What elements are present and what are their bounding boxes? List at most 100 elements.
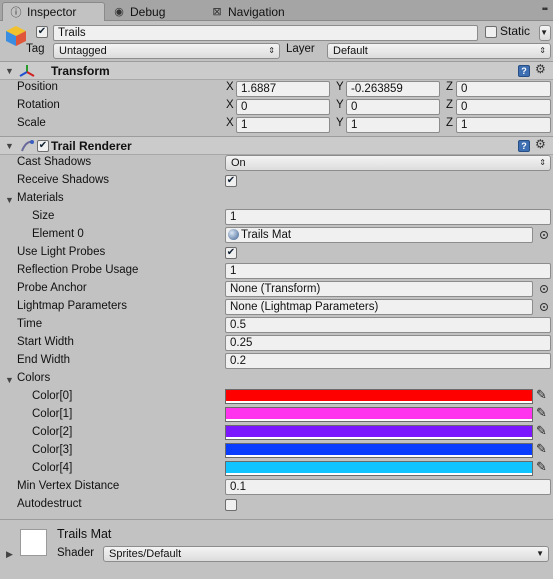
axis-z-label: Z [446, 99, 454, 111]
eyedropper-icon[interactable]: ✎ [536, 405, 547, 421]
material-foldout-arrow-icon[interactable]: ▶ [6, 549, 13, 560]
eyedropper-icon[interactable]: ✎ [536, 441, 547, 457]
color2-swatch[interactable] [225, 425, 533, 440]
panel-menu-icon[interactable]: ▪▪ [542, 4, 548, 15]
trail-renderer-icon [20, 139, 34, 153]
colors-label: Colors [17, 372, 51, 384]
static-dropdown[interactable]: ▼ [539, 25, 551, 41]
shader-dropdown[interactable]: Sprites/Default ▼ [103, 546, 549, 562]
shader-label: Shader [57, 547, 95, 559]
rotation-y-input[interactable]: 0 [346, 99, 440, 115]
material-icon [228, 229, 239, 240]
autodestruct-label: Autodestruct [17, 498, 82, 510]
tab-debug[interactable]: ◉ Debug [106, 2, 198, 21]
lightmap-parameters-object-field[interactable]: None (Lightmap Parameters) [225, 299, 533, 315]
transform-title: Transform [51, 64, 110, 78]
tag-label: Tag [26, 43, 45, 55]
materials-label: Materials [17, 192, 64, 204]
min-vertex-distance-input[interactable]: 0.1 [225, 479, 551, 495]
object-picker-icon[interactable] [540, 231, 548, 239]
lightmap-parameters-label: Lightmap Parameters [17, 300, 127, 312]
materials-foldout-arrow-icon[interactable]: ▼ [5, 195, 14, 205]
color1-label: Color[1] [32, 408, 73, 420]
cast-shadows-dropdown[interactable]: On ⇕ [225, 155, 551, 171]
axis-y-label: Y [336, 117, 344, 129]
trail-foldout-arrow-icon[interactable]: ▼ [5, 141, 14, 151]
end-width-label: End Width [17, 354, 71, 366]
axis-z-label: Z [446, 81, 454, 93]
transform-icon [18, 64, 36, 78]
trail-enabled-checkbox[interactable]: ✔ [37, 140, 49, 152]
start-width-input[interactable]: 0.25 [225, 335, 551, 351]
color4-swatch[interactable] [225, 461, 533, 476]
axis-y-label: Y [336, 99, 344, 111]
info-icon: ⓘ [10, 7, 22, 19]
tab-inspector[interactable]: ⓘ Inspector [2, 2, 105, 21]
axis-x-label: X [226, 81, 234, 93]
end-width-input[interactable]: 0.2 [225, 353, 551, 369]
static-label: Static [500, 24, 531, 38]
help-icon[interactable]: ? [518, 140, 530, 152]
cast-shadows-label: Cast Shadows [17, 156, 92, 168]
axis-z-label: Z [446, 117, 454, 129]
help-icon[interactable]: ? [518, 65, 530, 77]
scale-label: Scale [17, 117, 46, 129]
color4-label: Color[4] [32, 462, 73, 474]
eyedropper-icon[interactable]: ✎ [536, 423, 547, 439]
color0-label: Color[0] [32, 390, 73, 402]
size-input[interactable]: 1 [225, 209, 551, 225]
layer-dropdown[interactable]: Default ⇕ [327, 43, 551, 59]
autodestruct-checkbox[interactable] [225, 499, 237, 511]
scale-z-input[interactable]: 1 [456, 117, 551, 133]
material-preview [20, 529, 47, 556]
size-label: Size [32, 210, 55, 222]
color1-swatch[interactable] [225, 407, 533, 422]
receive-shadows-checkbox[interactable]: ✔ [225, 175, 237, 187]
static-checkbox[interactable] [485, 26, 497, 38]
colors-foldout-arrow-icon[interactable]: ▼ [5, 375, 14, 385]
eyedropper-icon[interactable]: ✎ [536, 459, 547, 475]
receive-shadows-label: Receive Shadows [17, 174, 110, 186]
tag-dropdown[interactable]: Untagged ⇕ [53, 43, 280, 59]
transform-foldout-arrow-icon[interactable]: ▼ [5, 66, 14, 76]
position-label: Position [17, 81, 58, 93]
color3-label: Color[3] [32, 444, 73, 456]
position-z-input[interactable]: 0 [456, 81, 551, 97]
element0-label: Element 0 [32, 228, 84, 240]
material-name: Trails Mat [57, 527, 112, 541]
rotation-z-input[interactable]: 0 [456, 99, 551, 115]
element0-object-field[interactable]: Trails Mat [225, 227, 533, 243]
position-x-input[interactable]: 1.6887 [236, 81, 330, 97]
scale-y-input[interactable]: 1 [346, 117, 440, 133]
start-width-label: Start Width [17, 336, 74, 348]
object-picker-icon[interactable] [540, 303, 548, 311]
reflection-probe-input[interactable]: 1 [225, 263, 551, 279]
color0-swatch[interactable] [225, 389, 533, 404]
navigation-icon: ⊠ [212, 6, 222, 18]
gear-icon[interactable]: ⚙ [535, 137, 546, 151]
tab-navigation[interactable]: ⊠ Navigation [204, 2, 314, 21]
material-separator [0, 519, 553, 520]
rotation-label: Rotation [17, 99, 60, 111]
active-checkbox[interactable]: ✔ [36, 26, 48, 38]
position-y-input[interactable]: -0.263859 [346, 81, 440, 97]
axis-x-label: X [226, 99, 234, 111]
debug-icon: ◉ [114, 6, 124, 18]
gameobject-icon [4, 24, 28, 48]
color3-swatch[interactable] [225, 443, 533, 458]
probe-anchor-label: Probe Anchor [17, 282, 87, 294]
rotation-x-input[interactable]: 0 [236, 99, 330, 115]
axis-y-label: Y [336, 81, 344, 93]
use-light-probes-label: Use Light Probes [17, 246, 106, 258]
axis-x-label: X [226, 117, 234, 129]
scale-x-input[interactable]: 1 [236, 117, 330, 133]
color2-label: Color[2] [32, 426, 73, 438]
gear-icon[interactable]: ⚙ [535, 62, 546, 76]
use-light-probes-checkbox[interactable]: ✔ [225, 247, 237, 259]
object-name-input[interactable]: Trails [53, 25, 478, 41]
time-input[interactable]: 0.5 [225, 317, 551, 333]
object-picker-icon[interactable] [540, 285, 548, 293]
eyedropper-icon[interactable]: ✎ [536, 387, 547, 403]
time-label: Time [17, 318, 43, 330]
probe-anchor-object-field[interactable]: None (Transform) [225, 281, 533, 297]
